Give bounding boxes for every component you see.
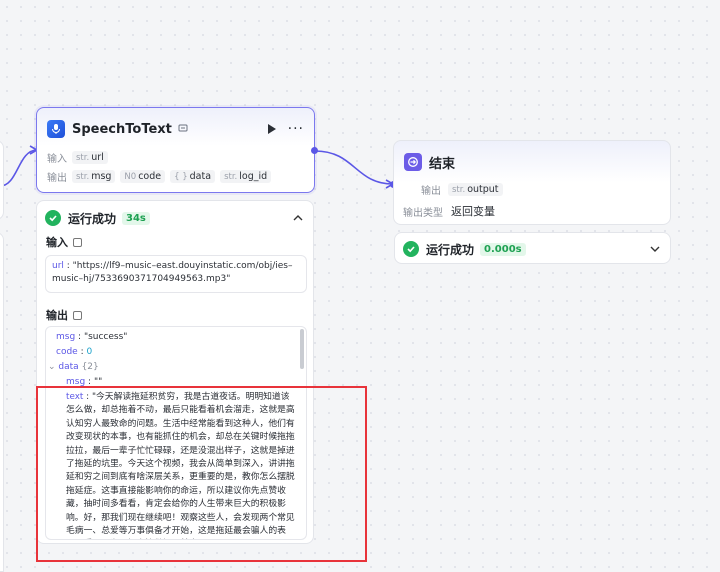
expand-chevron-down-icon[interactable] [650, 243, 660, 256]
speech-plugin-icon [47, 120, 65, 138]
stt-run-result-panel: 运行成功 34s 输入 url : "https://lf9–music–eas… [36, 200, 314, 544]
end-node-icon [404, 153, 422, 171]
run-node-icon[interactable] [267, 124, 276, 134]
output-tag-data: { } data [170, 170, 216, 183]
success-check-icon [403, 241, 419, 257]
output-tag-log-id: str. log_id [220, 170, 272, 183]
input-json-box: url : "https://lf9–music–east.douyinstat… [45, 255, 307, 293]
output-text-value: text : "今天解读拖延积贫穷，我是古道夜话。明明知道该怎么做，却总拖着不动… [66, 392, 295, 537]
copy-output-icon[interactable] [73, 310, 82, 320]
node-inputs-row: 输入 str. url [47, 150, 113, 165]
output-tag-msg: str. msg [72, 170, 116, 183]
node-title: SpeechToText [72, 121, 172, 137]
end-run-status: 运行成功 [426, 242, 475, 257]
node-outputs-row: 输出 str. msg N0 code { } data str. log_id [47, 169, 276, 184]
previous-node[interactable] [0, 140, 4, 220]
inputs-label: 输入 [47, 154, 67, 165]
run-duration-badge: 34s [122, 211, 150, 225]
output-data-line[interactable]: ⌄ data {2} [48, 360, 99, 374]
output-section-title: 输出 [46, 307, 82, 323]
end-node-title: 结束 [429, 156, 456, 172]
input-tag-url: str. url [72, 151, 108, 164]
end-run-duration-badge: 0.000s [480, 242, 526, 256]
previous-node-result [0, 232, 4, 572]
success-check-icon [45, 210, 61, 226]
end-run-result-panel[interactable]: 运行成功 0.000s [394, 232, 671, 264]
output-json-box[interactable]: msg : "success" code : 0 ⌄ data {2} msg … [45, 326, 307, 540]
end-output-tag: str. output [448, 183, 503, 196]
input-url-value: "https://lf9–music–east.douyinstatic.com… [52, 261, 293, 284]
collapse-chevron-up-icon[interactable] [293, 212, 303, 225]
end-output-row: 输出 str. output [421, 182, 508, 197]
stt-output-port[interactable] [311, 147, 318, 154]
output-tag-code: N0 code [120, 170, 166, 183]
plugin-badge-icon [178, 123, 188, 136]
speech-to-text-node[interactable]: SpeechToText ··· 输入 str. url 输出 str. msg N… [36, 107, 315, 193]
end-node[interactable]: 结束 输出 str. output 输出类型 返回变量 [393, 140, 671, 225]
run-status: 运行成功 [68, 211, 117, 226]
copy-input-icon[interactable] [73, 237, 82, 247]
outputs-label: 输出 [47, 173, 67, 184]
output-msg-line: msg : "success" [56, 332, 128, 342]
output-data-msg-line: msg : "" [66, 377, 103, 387]
more-options-icon[interactable]: ··· [288, 121, 304, 137]
expand-chevron-icon: ⌄ [48, 362, 56, 372]
output-code-line: code : 0 [56, 347, 93, 357]
output-scrollbar[interactable] [300, 329, 304, 369]
end-output-type-row: 输出类型 返回变量 [403, 205, 495, 219]
input-section-title: 输入 [46, 234, 82, 250]
